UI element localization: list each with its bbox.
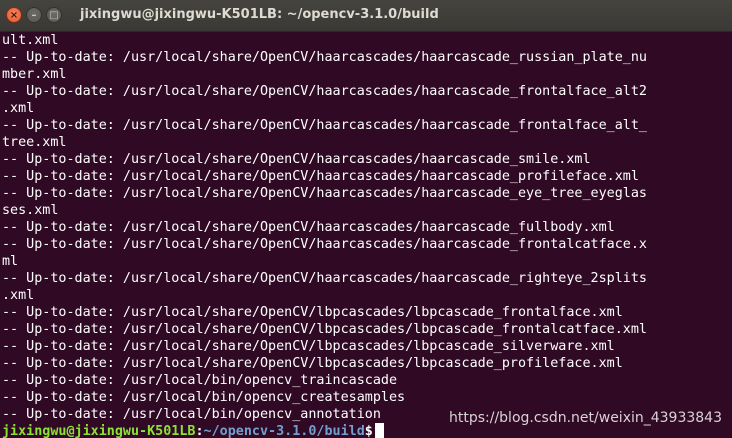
- minimize-icon: –: [31, 10, 37, 21]
- output-line: ml: [2, 254, 19, 269]
- output-line: -- Up-to-date: /usr/local/share/OpenCV/h…: [2, 220, 615, 235]
- output-line: -- Up-to-date: /usr/local/bin/opencv_tra…: [2, 373, 398, 388]
- output-line: -- Up-to-date: /usr/local/share/OpenCV/l…: [2, 356, 623, 371]
- watermark: https://blog.csdn.net/weixin_43933843: [448, 410, 722, 426]
- output-line: -- Up-to-date: /usr/local/share/OpenCV/h…: [2, 50, 647, 65]
- output-line: -- Up-to-date: /usr/local/share/OpenCV/h…: [2, 271, 647, 286]
- terminal-window: × – □ jixingwu@jixingwu-K501LB: ~/opencv…: [0, 0, 732, 438]
- output-line: -- Up-to-date: /usr/local/share/OpenCV/l…: [2, 322, 647, 337]
- maximize-button[interactable]: □: [46, 7, 62, 23]
- output-line: -- Up-to-date: /usr/local/share/OpenCV/h…: [2, 118, 647, 133]
- output-line: tree.xml: [2, 135, 67, 150]
- output-line: -- Up-to-date: /usr/local/share/OpenCV/h…: [2, 84, 647, 99]
- output-line: .xml: [2, 101, 35, 116]
- terminal-output[interactable]: ult.xml -- Up-to-date: /usr/local/share/…: [2, 32, 730, 438]
- prompt-path: ~/opencv-3.1.0/build: [203, 424, 365, 438]
- output-line: .xml: [2, 288, 35, 303]
- text-cursor: [374, 423, 384, 438]
- output-line: -- Up-to-date: /usr/local/share/OpenCV/h…: [2, 169, 639, 184]
- close-button[interactable]: ×: [6, 7, 22, 23]
- close-icon: ×: [9, 10, 19, 21]
- output-line: ses.xml: [2, 203, 59, 218]
- prompt-symbol: $: [364, 424, 373, 438]
- window-title: jixingwu@jixingwu-K501LB: ~/opencv-3.1.0…: [80, 7, 439, 22]
- maximize-icon: □: [49, 10, 59, 21]
- prompt-user-host: jixingwu@jixingwu-K501LB: [2, 424, 196, 438]
- output-line: mber.xml: [2, 67, 67, 82]
- output-line: -- Up-to-date: /usr/local/share/OpenCV/h…: [2, 237, 647, 252]
- output-line: -- Up-to-date: /usr/local/share/OpenCV/h…: [2, 152, 591, 167]
- output-line: -- Up-to-date: /usr/local/share/OpenCV/l…: [2, 305, 623, 320]
- output-line: -- Up-to-date: /usr/local/share/OpenCV/l…: [2, 339, 615, 354]
- minimize-button[interactable]: –: [26, 7, 42, 23]
- output-line: ult.xml: [2, 33, 59, 48]
- title-bar[interactable]: × – □ jixingwu@jixingwu-K501LB: ~/opencv…: [0, 0, 732, 32]
- output-line: -- Up-to-date: /usr/local/share/OpenCV/h…: [2, 186, 647, 201]
- prompt-separator: :: [195, 424, 204, 438]
- output-line: -- Up-to-date: /usr/local/bin/opencv_cre…: [2, 390, 406, 405]
